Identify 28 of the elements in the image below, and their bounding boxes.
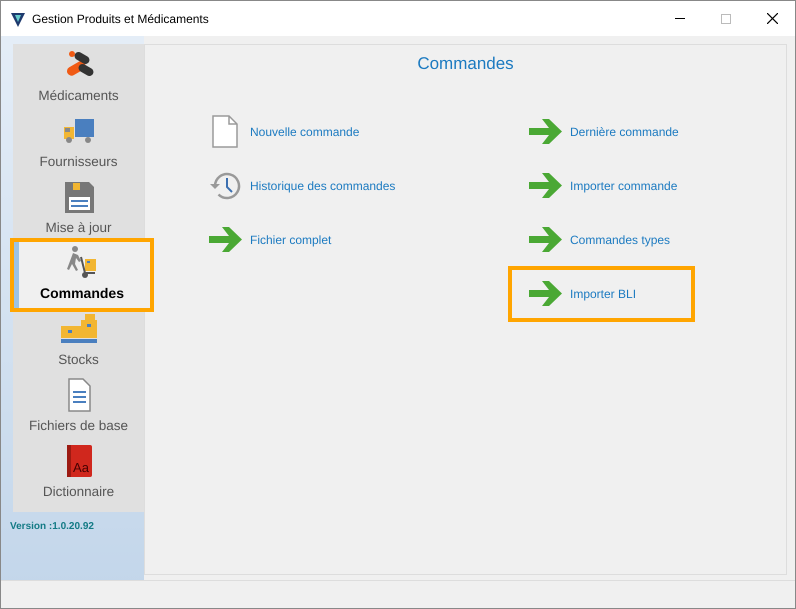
action-link[interactable]: Importer commande bbox=[525, 168, 691, 202]
arrow-right-icon bbox=[528, 119, 562, 144]
window-title: Gestion Produits et Médicaments bbox=[32, 10, 209, 28]
sidebar-item[interactable]: Fournisseurs bbox=[13, 110, 144, 176]
document-icon bbox=[212, 115, 238, 148]
action-link[interactable]: Importer BLI bbox=[512, 270, 691, 318]
arrow-right-icon bbox=[528, 281, 562, 306]
sidebar-item[interactable]: Commandes bbox=[10, 238, 154, 312]
arrow-right-icon bbox=[528, 173, 562, 198]
history-clock-icon bbox=[209, 170, 241, 200]
person-pushing-cart-icon bbox=[65, 245, 99, 279]
close-icon bbox=[766, 13, 778, 24]
action-link[interactable]: Nouvelle commande bbox=[205, 114, 525, 148]
sidebar-item[interactable]: Médicaments bbox=[13, 44, 144, 110]
version-label: Version :1.0.20.92 bbox=[10, 520, 95, 534]
sidebar-item[interactable]: Fichiers de base bbox=[13, 374, 144, 440]
action-link[interactable]: Dernière commande bbox=[525, 114, 691, 148]
sidebar-item[interactable]: Aa Dictionnaire bbox=[13, 440, 144, 506]
pallet-boxes-icon bbox=[58, 312, 98, 346]
action-link[interactable]: Fichier complet bbox=[205, 222, 525, 256]
minimize-icon bbox=[675, 18, 685, 19]
action-link[interactable]: Historique des commandes bbox=[205, 168, 525, 202]
action-link[interactable]: Commandes types bbox=[525, 222, 691, 256]
app-logo-icon bbox=[11, 10, 25, 26]
maximize-icon bbox=[721, 14, 731, 24]
arrow-right-icon bbox=[528, 227, 562, 252]
section-title: Commandes bbox=[417, 53, 514, 75]
arrow-right-icon bbox=[208, 227, 242, 252]
